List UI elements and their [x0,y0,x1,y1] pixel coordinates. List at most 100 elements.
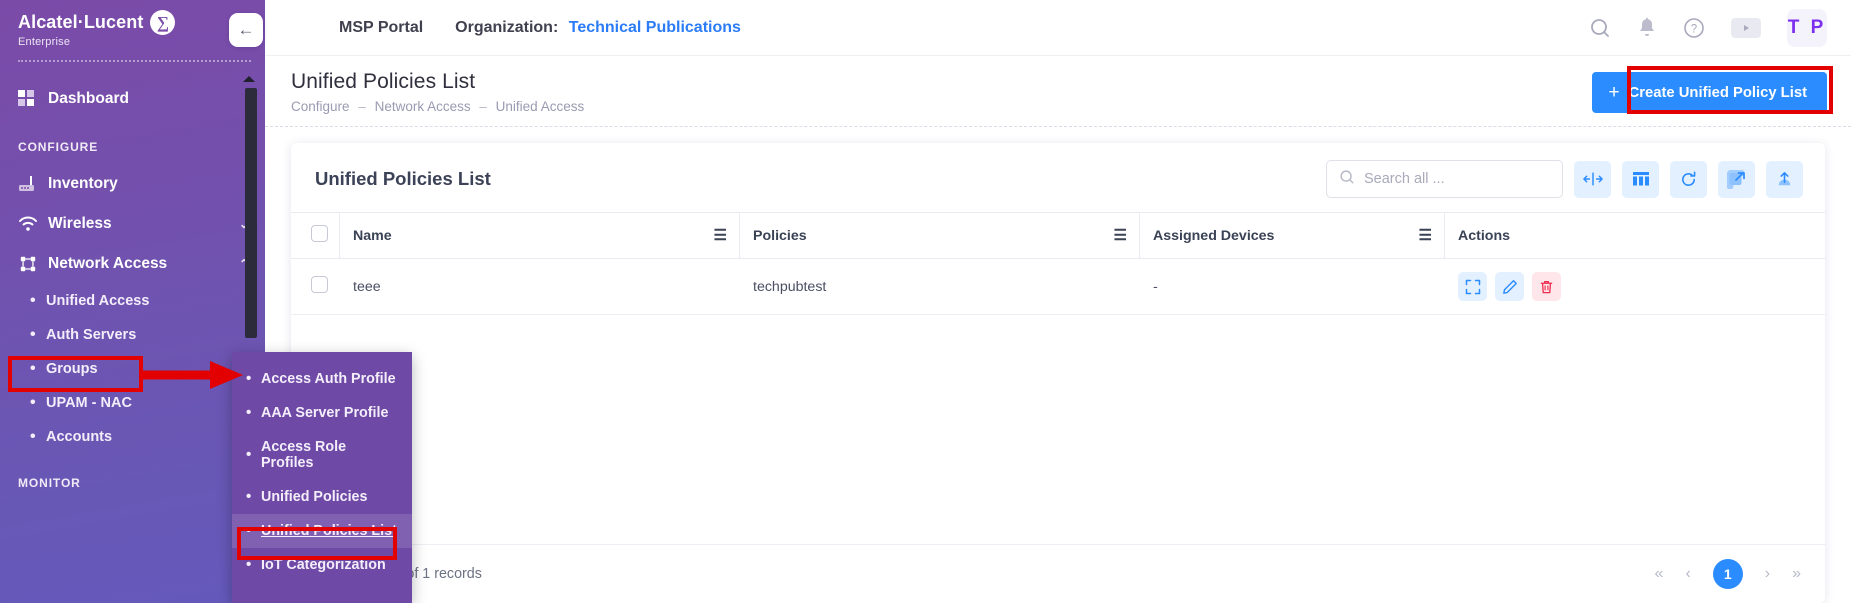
collapse-sidebar-button[interactable]: ← [229,13,263,47]
sidebar-item-dashboard[interactable]: Dashboard [0,74,265,124]
sidebar-item-wireless-label: Wireless [48,215,112,232]
hamburger-menu-icon[interactable]: ☰ [1114,228,1127,242]
help-circle-icon[interactable]: ? [1683,17,1705,39]
scroll-up-arrow-icon [243,76,255,82]
sidebar-subitem-upam-nac-label: UPAM - NAC [46,395,132,411]
fit-columns-icon[interactable] [1574,160,1611,198]
search-icon[interactable] [1589,17,1611,39]
svg-text:?: ? [1691,23,1697,35]
flyout-item-unified-policies-list[interactable]: • Unified Policies List [232,514,412,548]
breadcrumb-item-2[interactable]: Unified Access [496,99,585,114]
export-upload-icon[interactable] [1766,160,1803,198]
sidebar-item-inventory[interactable]: Inventory › [0,164,265,204]
main-area: MSP Portal Organization: Technical Publi… [265,0,1851,603]
column-header-policies: Policies ☰ [739,212,1139,259]
bell-icon[interactable] [1637,17,1657,38]
cell-assigned-devices-text: - [1153,278,1158,295]
sidebar-section-monitor: MONITOR [18,476,81,490]
delete-trash-icon[interactable] [1532,272,1561,301]
select-all-checkbox[interactable] [311,225,328,242]
annotation-arrow [142,361,243,389]
last-page-button[interactable]: » [1792,565,1801,583]
expand-icon[interactable] [1458,272,1487,301]
router-icon [18,175,48,193]
cell-name: teee [339,258,739,315]
table-footer: Showing 1 - 1 of 1 records « ‹ 1 › » [291,544,1825,603]
breadcrumb-item-1[interactable]: Network Access [375,99,471,114]
avatar[interactable]: T P [1787,8,1827,47]
columns-icon[interactable] [1622,160,1659,198]
brand-sub: Enterprise [18,36,71,48]
cell-policies-text: techpubtest [753,278,827,295]
breadcrumb-item-0[interactable]: Configure [291,99,350,114]
create-button-label: Create Unified Policy List [1628,84,1807,101]
cell-actions [1444,258,1825,315]
sidebar-subitem-auth-servers-label: Auth Servers [46,327,137,343]
flyout-item-aaa-server-profile[interactable]: • AAA Server Profile [232,396,412,430]
organization-block: Organization: Technical Publications [455,19,741,37]
video-play-icon[interactable] [1731,17,1761,38]
select-all-header [291,212,339,259]
expand-icon[interactable] [1718,160,1755,198]
network-icon [18,255,48,273]
brand-name: Alcatel·Lucent [18,12,144,33]
search-icon [1339,169,1355,190]
sidebar-scrollbar[interactable] [245,88,257,338]
first-page-button[interactable]: « [1655,565,1664,583]
flyout-item-access-role-profiles[interactable]: • Access Role Profiles [232,430,412,480]
organization-value[interactable]: Technical Publications [569,19,741,36]
hamburger-menu-icon[interactable]: ☰ [714,228,727,242]
page-header: Unified Policies List Configure – Networ… [265,56,1851,127]
table-header: Name ☰ Policies ☰ Assigned Devices ☰ Act… [291,212,1825,259]
app-root: Alcatel·Lucent ∑ Enterprise Dashboard CO… [0,0,1851,603]
pagination: « ‹ 1 › » [1655,559,1801,589]
sidebar-item-network-access[interactable]: Network Access ⌃ [0,244,265,284]
flyout-item-unified-policies[interactable]: • Unified Policies [232,480,412,514]
alcatel-lucent-logo-icon: ∑ [150,10,176,35]
search-input[interactable] [1364,171,1550,187]
flyout-item-iot-categorization[interactable]: • IoT Categorization [232,548,412,582]
edit-pencil-icon[interactable] [1495,272,1524,301]
create-unified-policy-list-button[interactable]: + Create Unified Policy List [1592,72,1827,113]
sidebar-subitem-accounts[interactable]: • Accounts › [0,420,265,454]
page-title: Unified Policies List [291,70,476,93]
next-page-button[interactable]: › [1765,565,1770,583]
grid-icon [18,90,48,108]
breadcrumb: Configure – Network Access – Unified Acc… [291,99,589,114]
sidebar-subitem-auth-servers[interactable]: • Auth Servers › [0,318,265,352]
flyout-item-aaa-server-profile-label: AAA Server Profile [261,405,389,421]
msp-portal-label[interactable]: MSP Portal [339,19,423,37]
sidebar-subitem-unified-access-label: Unified Access [46,293,150,309]
sidebar-item-wireless[interactable]: Wireless ⌄ [0,204,265,244]
cell-policies: techpubtest [739,258,1139,315]
cell-assigned-devices: - [1139,258,1444,315]
table-row[interactable]: teee techpubtest - [291,258,1825,315]
flyout-item-access-auth-profile-label: Access Auth Profile [261,371,396,387]
refresh-icon[interactable] [1670,160,1707,198]
breadcrumb-separator: – [479,99,487,114]
cell-name-text: teee [353,278,381,295]
search-box[interactable] [1326,160,1563,198]
column-header-actions: Actions [1444,212,1825,259]
hamburger-menu-icon[interactable]: ☰ [1419,228,1432,242]
sidebar-section-configure: CONFIGURE [18,140,99,154]
topbar: MSP Portal Organization: Technical Publi… [265,0,1851,56]
plus-icon: + [1608,82,1620,103]
sidebar-subitem-accounts-label: Accounts [46,429,113,445]
unified-policies-table: Name ☰ Policies ☰ Assigned Devices ☰ Act… [291,212,1825,315]
sidebar-item-network-access-label: Network Access [48,255,168,272]
prev-page-button[interactable]: ‹ [1685,565,1690,583]
sidebar-item-inventory-label: Inventory [48,175,118,192]
unified-access-flyout-menu: • Access Auth Profile • AAA Server Profi… [232,352,412,603]
column-header-policies-label: Policies [753,227,807,244]
page-number-1[interactable]: 1 [1712,559,1743,589]
sidebar: Alcatel·Lucent ∑ Enterprise Dashboard CO… [0,0,265,603]
brand-logo: Alcatel·Lucent ∑ Enterprise [0,0,265,56]
content-area: Unified Policies List Search all ... Nam… [265,127,1851,603]
flyout-item-unified-policies-list-label: Unified Policies List [261,523,397,539]
column-header-assigned-devices-label: Assigned Devices [1153,227,1275,244]
row-checkbox[interactable] [311,276,328,293]
sidebar-subitem-unified-access[interactable]: • Unified Access [0,284,265,318]
column-header-name-label: Name [353,227,392,244]
flyout-item-access-auth-profile[interactable]: • Access Auth Profile [232,362,412,396]
